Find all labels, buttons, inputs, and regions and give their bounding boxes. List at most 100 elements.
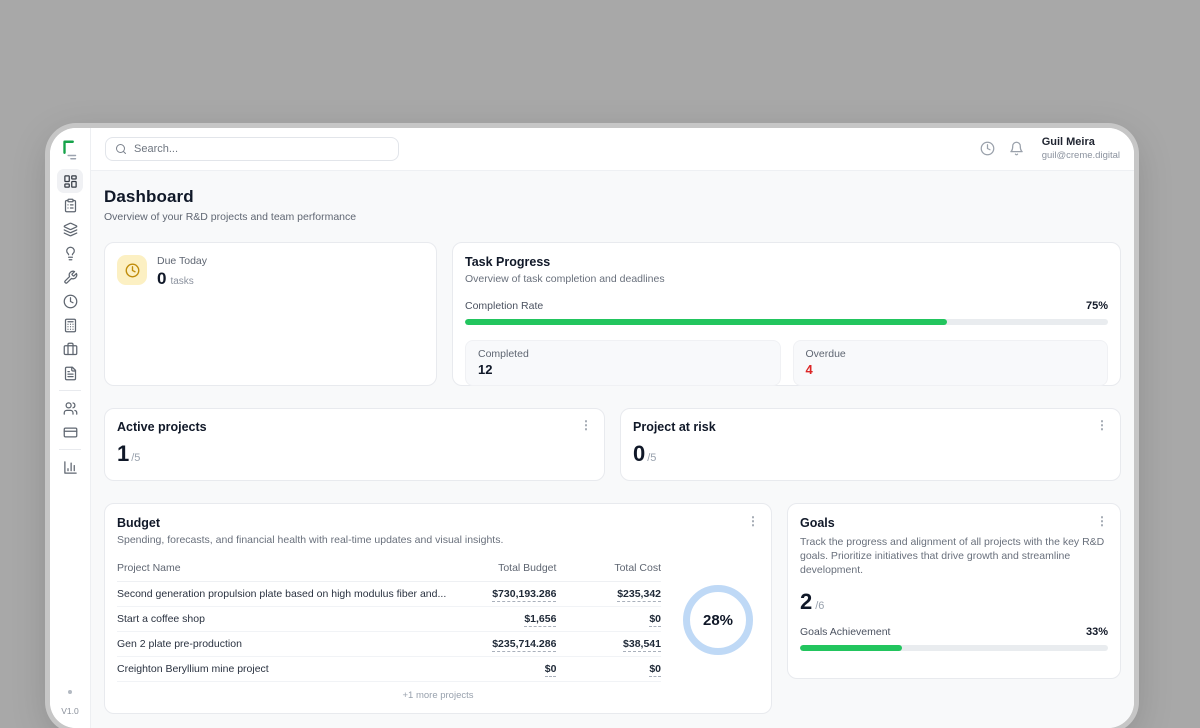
page-subtitle: Overview of your R&D projects and team p… <box>104 211 1121 223</box>
notifications-bell-icon <box>1009 141 1024 156</box>
page-title: Dashboard <box>104 187 1121 207</box>
overdue-label: Overdue <box>806 348 1096 360</box>
budget-donut-chart: 28% <box>683 585 753 655</box>
project-name: Gen 2 plate pre-production <box>117 632 446 657</box>
layers-icon <box>63 222 78 237</box>
sidebar-item-tools[interactable] <box>57 265 83 289</box>
due-today-card: Due Today 0 tasks <box>104 242 437 386</box>
creme-logo-icon <box>59 139 81 161</box>
wrench-icon <box>63 270 78 285</box>
project-at-risk-denominator: /5 <box>647 452 656 464</box>
column-total-budget: Total Budget <box>446 558 556 582</box>
completion-progress-fill <box>465 319 947 325</box>
user-email: guil@creme.digital <box>1042 150 1120 162</box>
due-today-value: 0 <box>157 269 166 289</box>
task-progress-title: Task Progress <box>465 255 1108 269</box>
goals-denominator: /6 <box>815 600 824 612</box>
users-icon <box>63 401 78 416</box>
column-project-name: Project Name <box>117 558 446 582</box>
dashboard-grid-icon <box>63 174 78 189</box>
sidebar-divider <box>59 449 81 450</box>
status-dot <box>68 690 72 694</box>
completion-rate-label: Completion Rate <box>465 300 543 312</box>
active-projects-title: Active projects <box>117 420 207 434</box>
due-clock-icon <box>125 263 140 278</box>
project-at-risk-menu-icon[interactable]: ⋮ <box>1096 420 1108 430</box>
goals-card: Goals ⋮ Track the progress and alignment… <box>787 503 1121 679</box>
sidebar-item-time[interactable] <box>57 289 83 313</box>
calculator-icon <box>63 318 78 333</box>
completion-progress-bar <box>465 319 1108 325</box>
user-menu[interactable]: Guil Meira guil@creme.digital <box>1042 136 1120 162</box>
overdue-stat-box: Overdue 4 <box>793 340 1109 386</box>
sidebar-item-billing[interactable] <box>57 420 83 444</box>
task-progress-card: Task Progress Overview of task completio… <box>452 242 1121 386</box>
sidebar-item-team[interactable] <box>57 396 83 420</box>
due-today-label: Due Today <box>157 255 207 267</box>
due-today-badge <box>117 255 147 285</box>
sidebar: V1.0 <box>50 128 91 728</box>
total-cost-value[interactable]: $38,541 <box>623 638 661 652</box>
sidebar-item-calculator[interactable] <box>57 313 83 337</box>
budget-card: Budget ⋮ Spending, forecasts, and financ… <box>104 503 772 714</box>
budget-menu-icon[interactable]: ⋮ <box>747 516 759 526</box>
goals-achievement-value: 33% <box>1086 626 1108 638</box>
completed-stat-box: Completed 12 <box>465 340 781 386</box>
table-row[interactable]: Start a coffee shop $1,656 $0 <box>117 607 661 632</box>
sidebar-item-documents[interactable] <box>57 361 83 385</box>
goals-achievement-label: Goals Achievement <box>800 626 890 638</box>
search-icon <box>115 143 127 155</box>
total-cost-value[interactable]: $235,342 <box>617 588 661 602</box>
active-projects-menu-icon[interactable]: ⋮ <box>580 420 592 430</box>
overdue-value: 4 <box>806 362 1096 377</box>
document-icon <box>63 366 78 381</box>
project-at-risk-title: Project at risk <box>633 420 716 434</box>
analytics-chart-icon <box>63 460 78 475</box>
task-progress-subtitle: Overview of task completion and deadline… <box>465 273 1108 285</box>
sidebar-item-projects[interactable] <box>57 217 83 241</box>
total-budget-value[interactable]: $730,193.286 <box>492 588 556 602</box>
budget-subtitle: Spending, forecasts, and financial healt… <box>117 534 759 546</box>
project-at-risk-card: Project at risk ⋮ 0 /5 <box>620 408 1121 481</box>
goals-progress-fill <box>800 645 902 651</box>
budget-table: Project Name Total Budget Total Cost Sec… <box>117 558 661 682</box>
search-box[interactable] <box>105 137 399 161</box>
sidebar-divider <box>59 390 81 391</box>
completed-value: 12 <box>478 362 768 377</box>
completion-rate-value: 75% <box>1086 300 1108 312</box>
more-projects-link[interactable]: +1 more projects <box>117 682 759 701</box>
active-projects-denominator: /5 <box>131 452 140 464</box>
project-at-risk-value: 0 <box>633 443 645 465</box>
project-name: Creighton Beryllium mine project <box>117 657 446 682</box>
total-budget-value[interactable]: $1,656 <box>524 613 556 627</box>
completed-label: Completed <box>478 348 768 360</box>
sidebar-item-ideas[interactable] <box>57 241 83 265</box>
sidebar-item-dashboard[interactable] <box>57 169 83 193</box>
active-projects-value: 1 <box>117 443 129 465</box>
search-input[interactable] <box>134 143 389 155</box>
table-row[interactable]: Creighton Beryllium mine project $0 $0 <box>117 657 661 682</box>
goals-menu-icon[interactable]: ⋮ <box>1096 516 1108 526</box>
notifications-button[interactable] <box>1009 141 1025 157</box>
lightbulb-icon <box>63 246 78 261</box>
project-name: Start a coffee shop <box>117 607 446 632</box>
project-name: Second generation propulsion plate based… <box>117 582 446 607</box>
goals-progress-bar <box>800 645 1108 651</box>
active-projects-card: Active projects ⋮ 1 /5 <box>104 408 605 481</box>
sidebar-item-portfolio[interactable] <box>57 337 83 361</box>
billing-card-icon <box>63 425 78 440</box>
goals-title: Goals <box>800 516 835 530</box>
column-total-cost: Total Cost <box>556 558 661 582</box>
total-budget-value[interactable]: $235,714.286 <box>492 638 556 652</box>
total-cost-value[interactable]: $0 <box>649 613 661 627</box>
briefcase-icon <box>63 342 78 357</box>
dashboard-content: Dashboard Overview of your R&D projects … <box>91 171 1134 728</box>
history-clock-button[interactable] <box>980 141 996 157</box>
budget-donut-percentage: 28% <box>703 612 733 629</box>
table-row[interactable]: Gen 2 plate pre-production $235,714.286 … <box>117 632 661 657</box>
clock-icon <box>63 294 78 309</box>
history-clock-icon <box>980 141 995 156</box>
sidebar-item-analytics[interactable] <box>57 455 83 479</box>
sidebar-item-tasks[interactable] <box>57 193 83 217</box>
table-row[interactable]: Second generation propulsion plate based… <box>117 582 661 607</box>
